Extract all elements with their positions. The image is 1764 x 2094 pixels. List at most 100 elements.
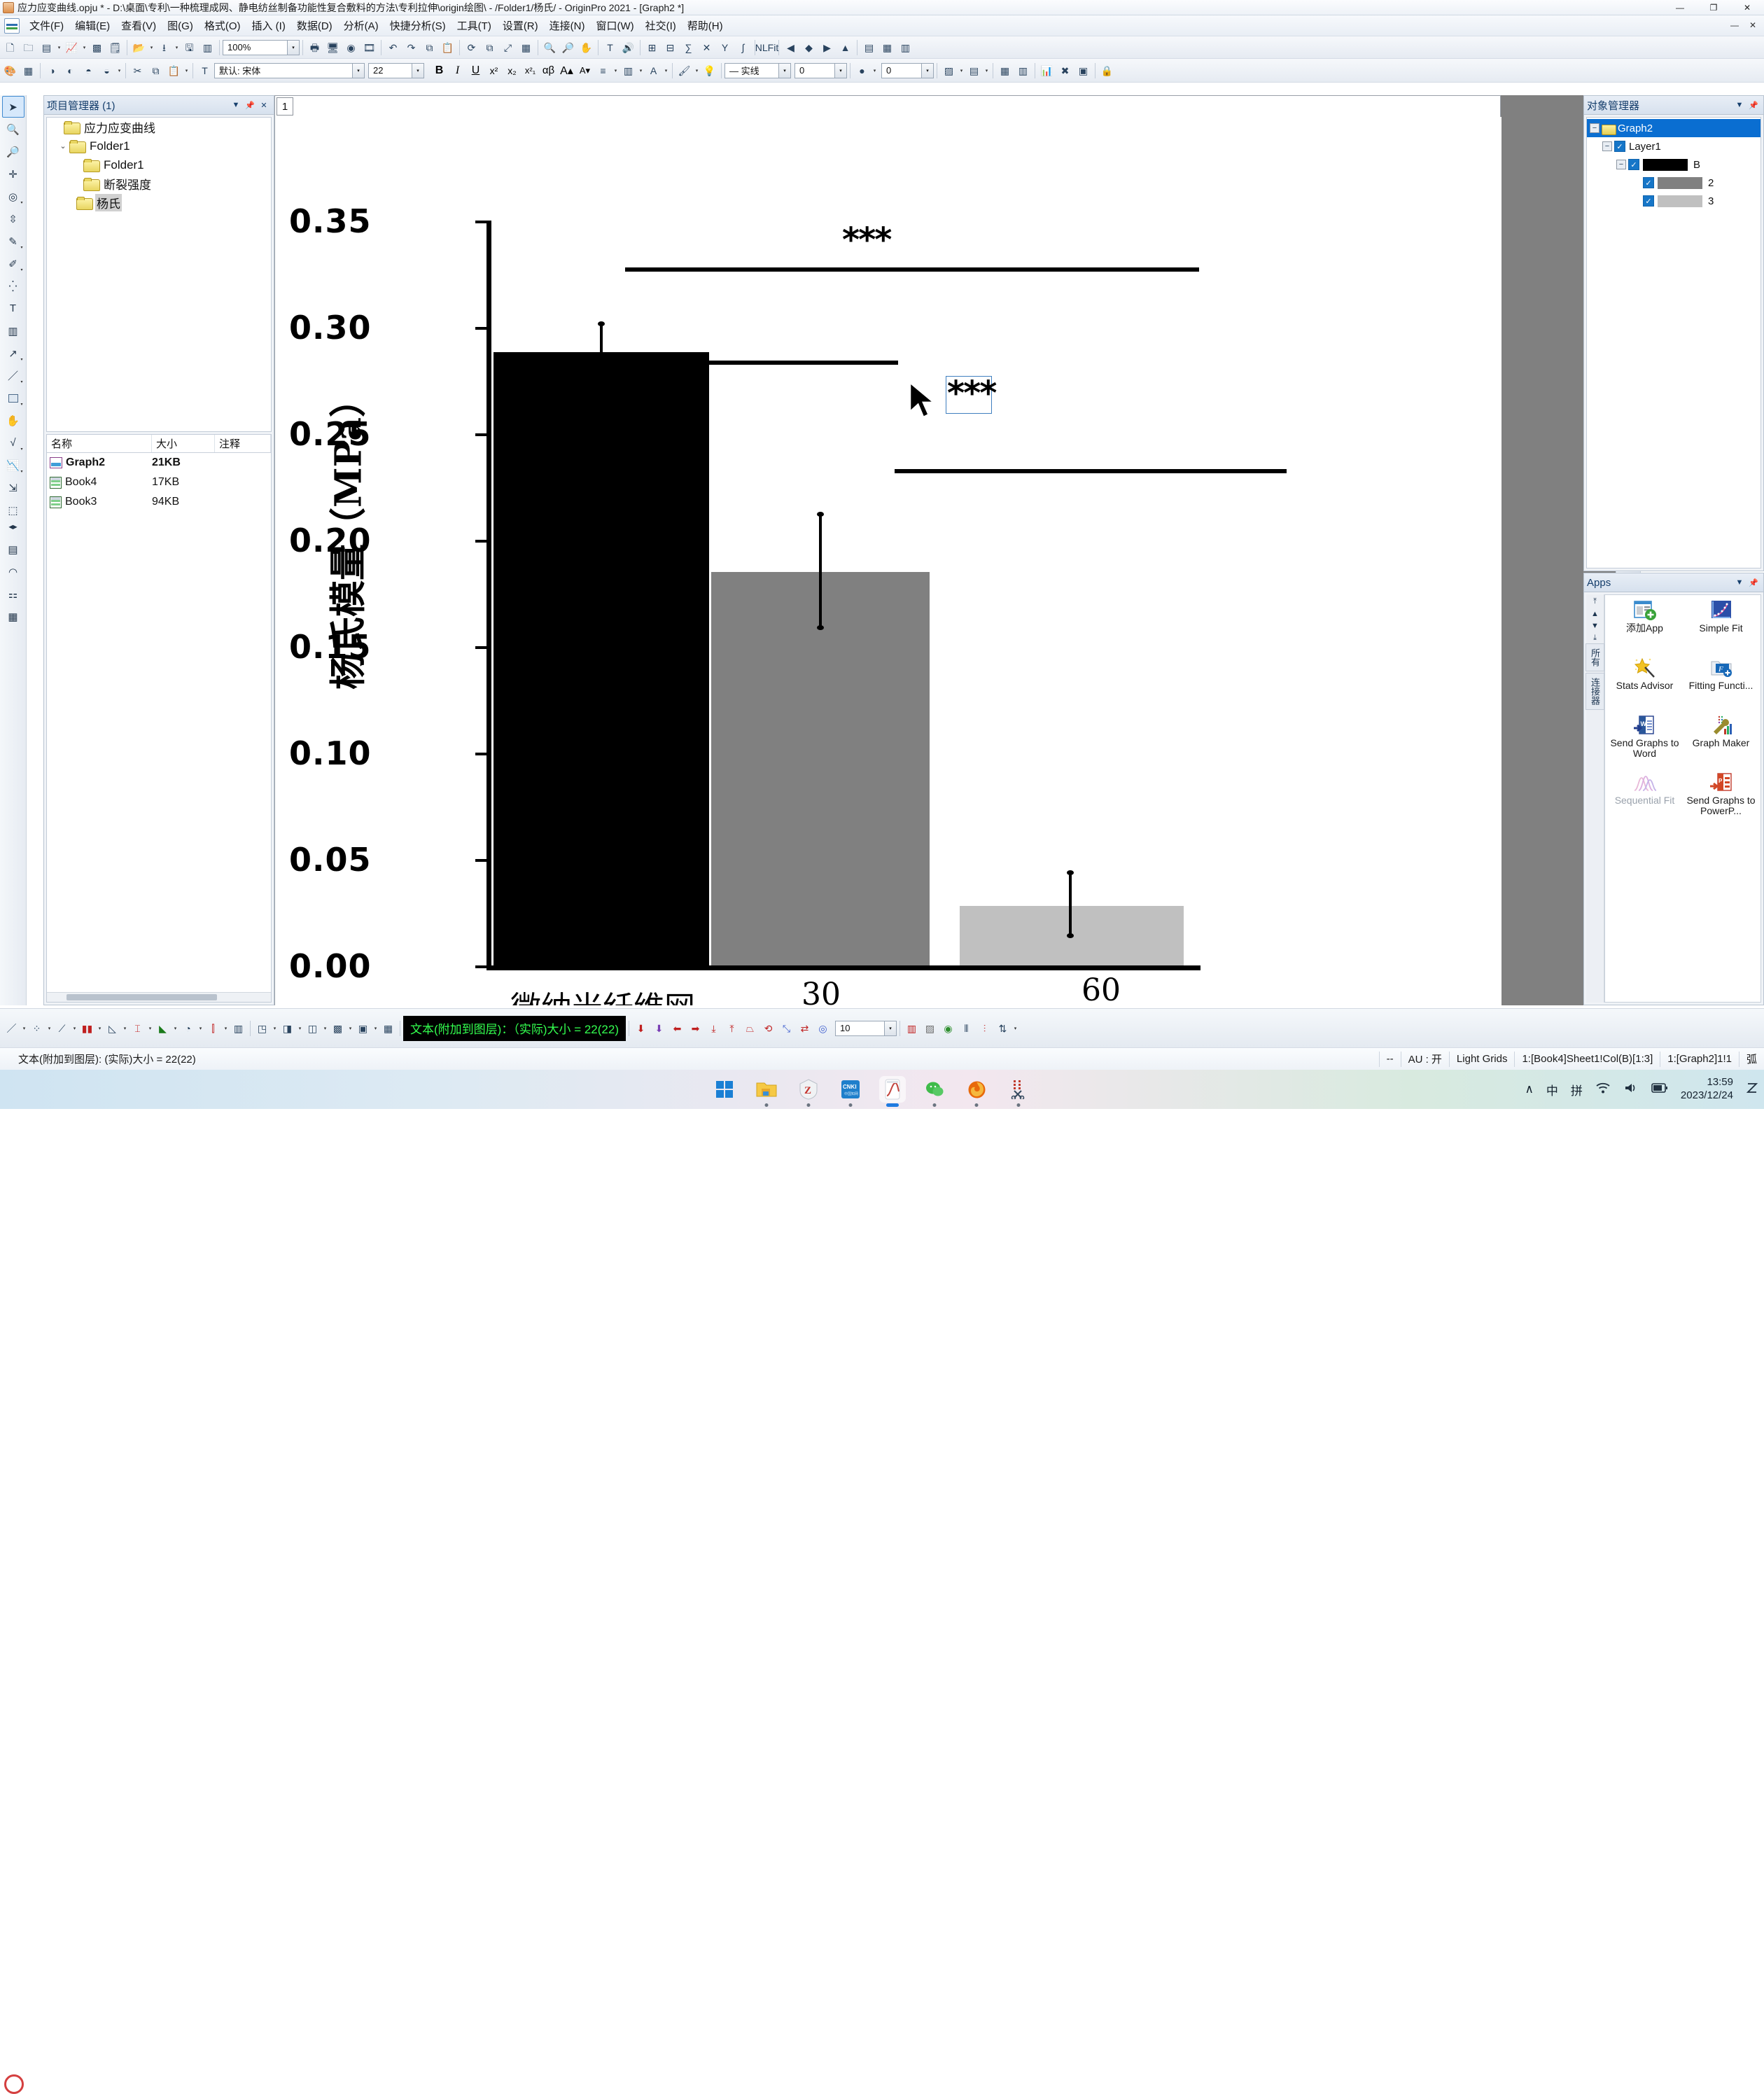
- menu-item-analysis[interactable]: 分析(A): [338, 16, 384, 35]
- plot-color-swatch[interactable]: [1658, 176, 1702, 189]
- visibility-checkbox[interactable]: ✓: [1628, 159, 1639, 170]
- app-fitting-function[interactable]: F Fitting Functi...: [1683, 655, 1759, 713]
- integrate-icon[interactable]: ∫: [734, 39, 752, 56]
- shape-icon[interactable]: ◐: [62, 62, 79, 79]
- subsuperscript-button[interactable]: x²₁: [522, 62, 539, 79]
- apps-tab-connector[interactable]: 连接器: [1586, 673, 1604, 710]
- pie-chart-dropdown-icon[interactable]: ▾: [197, 1019, 204, 1037]
- apps-side-tabs[interactable]: 所有 连接器: [1586, 643, 1604, 711]
- cnki-icon[interactable]: CNKI 中国知网: [837, 1076, 864, 1107]
- redo-icon[interactable]: ↷: [402, 39, 420, 56]
- draw-data-tool-icon[interactable]: ✐ ▾: [2, 253, 24, 274]
- shape-rotate-icon[interactable]: ⟲: [760, 1019, 777, 1037]
- battery-icon[interactable]: [1651, 1082, 1668, 1097]
- object-node-plot-b[interactable]: − ✓ B: [1587, 155, 1760, 174]
- scroll-top-icon[interactable]: ⤒: [1593, 597, 1597, 606]
- palette-expand-icon[interactable]: ◀▶: [2, 522, 24, 531]
- column-stats-icon[interactable]: ⫴: [958, 1019, 975, 1037]
- hide-icon[interactable]: ✕: [698, 39, 715, 56]
- object-tree[interactable]: − Graph2 − ✓ Layer1 − ✓ B ✓ 2 ✓ 3: [1586, 117, 1761, 568]
- table-row[interactable]: Book4 17KB: [47, 473, 271, 492]
- project-file-list[interactable]: 名称 大小 注释 Graph2 21KB Book4 17KB Book3 94…: [46, 434, 272, 1003]
- file-explorer-icon[interactable]: [753, 1076, 780, 1107]
- open-dropdown-icon[interactable]: ▾: [148, 39, 155, 56]
- object-step-dropdown-icon[interactable]: ▾: [884, 1021, 896, 1035]
- contour-dropdown-icon[interactable]: ▾: [372, 1019, 379, 1037]
- align-text-dropdown-icon[interactable]: ▾: [612, 62, 619, 79]
- undo-icon[interactable]: ↶: [384, 39, 402, 56]
- paste-icon[interactable]: 📋: [439, 39, 456, 56]
- menu-item-preferences[interactable]: 设置(R): [497, 16, 544, 35]
- line-width-dropdown-icon[interactable]: ▾: [834, 63, 846, 78]
- tree-node-breaking-strength[interactable]: 断裂强度: [47, 174, 271, 193]
- save-project-icon[interactable]: 🖫: [181, 39, 198, 56]
- graph-layer-tab[interactable]: 1: [276, 97, 293, 116]
- color-table-icon[interactable]: ▦: [20, 62, 37, 79]
- save-template-icon[interactable]: ▥: [199, 39, 216, 56]
- tree-node-youngs-modulus[interactable]: 杨氏: [47, 193, 271, 212]
- menu-item-format[interactable]: 格式(O): [199, 16, 246, 35]
- app-graph-maker[interactable]: Graph Maker: [1683, 713, 1759, 770]
- window-controls[interactable]: — ❐ ✕: [1663, 0, 1764, 15]
- zoom-in-tool-icon[interactable]: 🔍: [2, 118, 24, 140]
- increase-font-button[interactable]: A▴: [558, 62, 575, 79]
- 3d-colormap-icon[interactable]: ◨: [279, 1019, 296, 1037]
- selected-text-object[interactable]: ***: [946, 376, 997, 414]
- collapse-toggle-icon[interactable]: −: [1602, 141, 1612, 151]
- apps-tab-all[interactable]: 所有: [1586, 643, 1604, 671]
- plot-area[interactable]: 0.00 0.05 0.10 0.15 0.20 0.25 0.30 0.35 …: [275, 117, 1502, 1005]
- bar-1[interactable]: [493, 352, 709, 965]
- start-button-icon[interactable]: [711, 1076, 738, 1103]
- align-text-icon[interactable]: ≡: [594, 62, 612, 79]
- status-cell-theme[interactable]: Light Grids: [1448, 1051, 1515, 1067]
- duplicate-icon[interactable]: ⧉: [481, 39, 498, 56]
- bar-column-dropdown-icon[interactable]: ▾: [223, 1019, 229, 1037]
- presentation-icon[interactable]: 🖥: [324, 39, 342, 56]
- menu-item-edit[interactable]: 编辑(E): [69, 16, 115, 35]
- line-tool-icon[interactable]: ／ ▾: [2, 365, 24, 386]
- panel-close-icon[interactable]: ✕: [257, 98, 271, 112]
- object-step-combo[interactable]: 10 ▾: [835, 1020, 897, 1036]
- fill-color-icon[interactable]: 🖌: [676, 62, 693, 79]
- menu-item-file[interactable]: 文件(F): [24, 16, 69, 35]
- tray-expand-icon[interactable]: ∧: [1525, 1082, 1533, 1096]
- copy-icon[interactable]: ⧉: [421, 39, 438, 56]
- gradient-dropdown-icon[interactable]: ▾: [983, 62, 990, 79]
- regional-mask-tool-icon[interactable]: ⁛: [2, 275, 24, 297]
- move-down-alt-icon[interactable]: ⬇: [650, 1019, 668, 1037]
- zoom-in-icon[interactable]: 🔍: [541, 39, 559, 56]
- shape-trapezoid-icon[interactable]: ⏢: [741, 1019, 759, 1037]
- scroll-bottom-icon[interactable]: ⤓: [1593, 634, 1597, 643]
- stats-icon[interactable]: ∑: [680, 39, 697, 56]
- film-strip-icon[interactable]: 🎞: [360, 39, 378, 56]
- paste-format-dropdown-icon[interactable]: ▾: [183, 62, 190, 79]
- ternary-icon[interactable]: ▩: [329, 1019, 346, 1037]
- menu-item-connect[interactable]: 连接(N): [544, 16, 591, 35]
- origin-taskbar-icon[interactable]: [879, 1076, 906, 1107]
- menu-item-window[interactable]: 窗口(W): [590, 16, 639, 35]
- status-cell-autoupdate[interactable]: AU : 开: [1400, 1051, 1449, 1067]
- maximize-button[interactable]: ❐: [1697, 0, 1730, 15]
- print-icon[interactable]: 🖶: [306, 39, 323, 56]
- line-plot-dropdown-icon[interactable]: ▾: [21, 1019, 27, 1037]
- menu-item-graph[interactable]: 图(G): [162, 16, 199, 35]
- line-plot-icon[interactable]: ／: [3, 1019, 20, 1037]
- project-tree[interactable]: 应力应变曲线 ⌄ Folder1 Folder1 断裂强度 杨氏: [46, 117, 272, 432]
- app-add-app[interactable]: 添加App: [1606, 598, 1683, 655]
- 3d-colormap-dropdown-icon[interactable]: ▾: [297, 1019, 303, 1037]
- font-size-combo[interactable]: 22 ▾: [368, 62, 424, 78]
- apps-scroll-nav[interactable]: ⤒ ▲ ▼ ⤓ 所有 连接器: [1586, 594, 1604, 1003]
- data-reader-tool-icon[interactable]: ◎ ▾: [2, 186, 24, 207]
- extract-graphs-icon[interactable]: ▥: [897, 39, 914, 56]
- table-row[interactable]: Graph2 21KB: [47, 453, 271, 473]
- symbol-size-combo[interactable]: 0 ▾: [881, 62, 934, 78]
- open-project-icon[interactable]: 📂: [130, 39, 148, 56]
- new-workbook-icon[interactable]: ▤: [38, 39, 55, 56]
- align-top-icon[interactable]: ▲: [836, 39, 854, 56]
- app-simple-fit[interactable]: Simple Fit: [1683, 598, 1759, 655]
- collapse-toggle-icon[interactable]: −: [1590, 123, 1600, 133]
- gradient-icon[interactable]: ▤: [965, 62, 983, 79]
- status-cell-graph[interactable]: 1:[Graph2]1!1: [1660, 1051, 1739, 1067]
- ternary-dropdown-icon[interactable]: ▾: [347, 1019, 354, 1037]
- grid-lines-icon[interactable]: ▦: [996, 62, 1014, 79]
